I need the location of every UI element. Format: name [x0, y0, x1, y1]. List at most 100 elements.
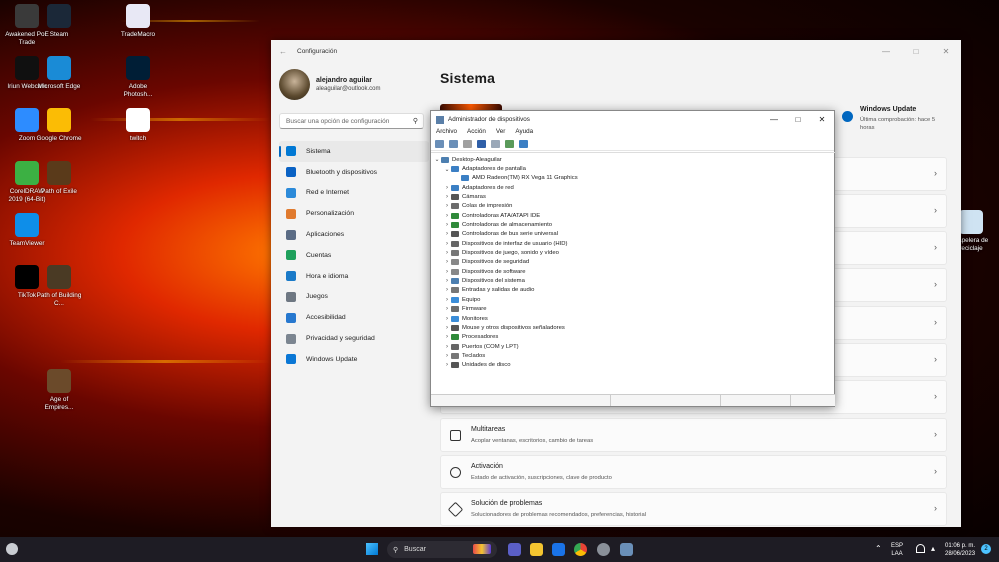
- tree-node[interactable]: › Puertos (COM y LPT): [431, 342, 835, 351]
- tree-node[interactable]: › Equipo: [431, 295, 835, 304]
- maximize-button[interactable]: □: [901, 40, 931, 62]
- desktop-icon[interactable]: Path of Exile: [36, 161, 82, 196]
- expand-chevron-icon[interactable]: ›: [443, 353, 451, 359]
- desktop-icon[interactable]: TeamViewer: [4, 213, 50, 248]
- menu-ayuda[interactable]: Ayuda: [515, 128, 533, 138]
- menu-accion[interactable]: Acción: [467, 128, 486, 138]
- clock[interactable]: 01:06 p. m. 28/06/2023: [945, 542, 975, 558]
- settings-search-input[interactable]: Buscar una opción de configuración ⚲: [279, 113, 424, 129]
- nav-item[interactable]: Bluetooth y dispositivos: [279, 162, 429, 183]
- expand-chevron-icon[interactable]: ›: [443, 269, 451, 275]
- desktop-icon[interactable]: Microsoft Edge: [36, 56, 82, 91]
- tree-node[interactable]: › Cámaras: [431, 192, 835, 201]
- tree-node[interactable]: › Teclados: [431, 351, 835, 360]
- volume-icon[interactable]: ▴: [931, 544, 935, 553]
- collapse-chevron-icon[interactable]: ⌄: [443, 166, 451, 173]
- nav-item[interactable]: Juegos: [279, 287, 429, 308]
- maximize-button[interactable]: □: [786, 111, 810, 127]
- desktop-icon[interactable]: Path of Building C...: [36, 265, 82, 307]
- expand-chevron-icon[interactable]: ›: [443, 306, 451, 312]
- scan-hardware-icon[interactable]: [505, 140, 514, 148]
- expand-chevron-icon[interactable]: ›: [443, 344, 451, 350]
- back-arrow-icon[interactable]: ←: [279, 47, 287, 56]
- tree-node[interactable]: › Dispositivos del sistema: [431, 276, 835, 285]
- tree-node[interactable]: › Dispositivos de juego, sonido y vídeo: [431, 248, 835, 257]
- device-manager-taskbar-icon[interactable]: [620, 543, 633, 556]
- multitasking-card[interactable]: Multitareas Acoplar ventanas, escritorio…: [440, 418, 947, 452]
- close-button[interactable]: ✕: [931, 40, 961, 62]
- taskbar-search-input[interactable]: ⚲ Buscar: [387, 541, 497, 558]
- nav-item[interactable]: Privacidad y seguridad: [279, 328, 429, 349]
- expand-chevron-icon[interactable]: ›: [443, 297, 451, 303]
- close-button[interactable]: ✕: [810, 111, 834, 127]
- expand-chevron-icon[interactable]: ›: [443, 287, 451, 293]
- tree-node[interactable]: › Unidades de disco: [431, 361, 835, 370]
- troubleshoot-card[interactable]: Solución de problemas Solucionadores de …: [440, 492, 947, 526]
- tree-node[interactable]: › Colas de impresión: [431, 202, 835, 211]
- desktop-icon[interactable]: Steam: [36, 4, 82, 39]
- desktop-icon[interactable]: Adobe Photosh...: [115, 56, 161, 98]
- tree-root[interactable]: ⌄ Desktop-Aleaguilar: [431, 155, 835, 164]
- weather-icon[interactable]: [6, 543, 18, 555]
- tree-node[interactable]: › Entradas y salidas de audio: [431, 286, 835, 295]
- tree-node[interactable]: › Controladoras de almacenamiento: [431, 220, 835, 229]
- nav-item[interactable]: Sistema: [279, 141, 429, 162]
- tree-node-gpu[interactable]: AMD Radeon(TM) RX Vega 11 Graphics: [431, 174, 835, 183]
- expand-chevron-icon[interactable]: ›: [443, 231, 451, 237]
- tree-node[interactable]: › Dispositivos de software: [431, 267, 835, 276]
- expand-chevron-icon[interactable]: ›: [443, 241, 451, 247]
- notification-badge[interactable]: 2: [981, 544, 991, 554]
- forward-icon[interactable]: [449, 140, 458, 148]
- tree-node-display-adapters[interactable]: ⌄ Adaptadores de pantalla: [431, 164, 835, 173]
- expand-chevron-icon[interactable]: ›: [443, 362, 451, 368]
- expand-chevron-icon[interactable]: ›: [443, 250, 451, 256]
- tree-node[interactable]: › Mouse y otros dispositivos señaladores: [431, 323, 835, 332]
- device-manager-window[interactable]: Administrador de dispositivos — □ ✕ Arch…: [430, 110, 835, 407]
- nav-item[interactable]: Windows Update: [279, 349, 429, 370]
- desktop-icon[interactable]: TradeMacro: [115, 4, 161, 39]
- expand-chevron-icon[interactable]: ›: [443, 316, 451, 322]
- minimize-button[interactable]: —: [871, 40, 901, 62]
- expand-chevron-icon[interactable]: ›: [443, 185, 451, 191]
- minimize-button[interactable]: —: [762, 111, 786, 127]
- windows-update-status[interactable]: Windows Update Última comprobación: hace…: [842, 106, 935, 132]
- expand-chevron-icon[interactable]: ›: [443, 325, 451, 331]
- desktop-icon[interactable]: twitch: [115, 108, 161, 143]
- monitor-icon[interactable]: [519, 140, 528, 148]
- back-icon[interactable]: [435, 140, 444, 148]
- tree-node[interactable]: › Firmware: [431, 305, 835, 314]
- user-profile[interactable]: alejandro aguilar aleaguilar@outlook.com: [279, 69, 380, 100]
- desktop-icon[interactable]: Google Chrome: [36, 108, 82, 143]
- tree-node[interactable]: › Procesadores: [431, 333, 835, 342]
- expand-chevron-icon[interactable]: ›: [443, 213, 451, 219]
- nav-item[interactable]: Personalización: [279, 203, 429, 224]
- expand-chevron-icon[interactable]: ›: [443, 203, 451, 209]
- collapse-chevron-icon[interactable]: ⌄: [433, 156, 441, 163]
- properties-icon[interactable]: [463, 140, 472, 148]
- start-icon[interactable]: [366, 543, 378, 555]
- tree-node[interactable]: › Controladoras ATA/ATAPI IDE: [431, 211, 835, 220]
- tree-node[interactable]: › Adaptadores de red: [431, 183, 835, 192]
- nav-item[interactable]: Accesibilidad: [279, 307, 429, 328]
- nav-item[interactable]: Red e Internet: [279, 183, 429, 204]
- expand-chevron-icon[interactable]: ›: [443, 222, 451, 228]
- tree-node[interactable]: › Dispositivos de seguridad: [431, 258, 835, 267]
- mail-icon[interactable]: [552, 543, 565, 556]
- expand-chevron-icon[interactable]: ›: [443, 334, 451, 340]
- tree-node[interactable]: › Controladoras de bus serie universal: [431, 230, 835, 239]
- desktop-icon[interactable]: Age of Empires...: [36, 369, 82, 411]
- menu-archivo[interactable]: Archivo: [436, 128, 457, 138]
- language-indicator[interactable]: ESP LAA: [891, 542, 903, 558]
- nav-item[interactable]: Aplicaciones: [279, 224, 429, 245]
- settings-icon[interactable]: [597, 543, 610, 556]
- activation-card[interactable]: Activación Estado de activación, suscrip…: [440, 455, 947, 489]
- nav-item[interactable]: Hora e idioma: [279, 266, 429, 287]
- help-icon[interactable]: [477, 140, 486, 148]
- menu-ver[interactable]: Ver: [496, 128, 505, 138]
- tray-chevron-icon[interactable]: ⌃: [875, 544, 882, 553]
- nav-item[interactable]: Cuentas: [279, 245, 429, 266]
- meet-icon[interactable]: [508, 543, 521, 556]
- network-icon[interactable]: [916, 544, 925, 553]
- tree-node[interactable]: › Monitores: [431, 314, 835, 323]
- view-icon[interactable]: [491, 140, 500, 148]
